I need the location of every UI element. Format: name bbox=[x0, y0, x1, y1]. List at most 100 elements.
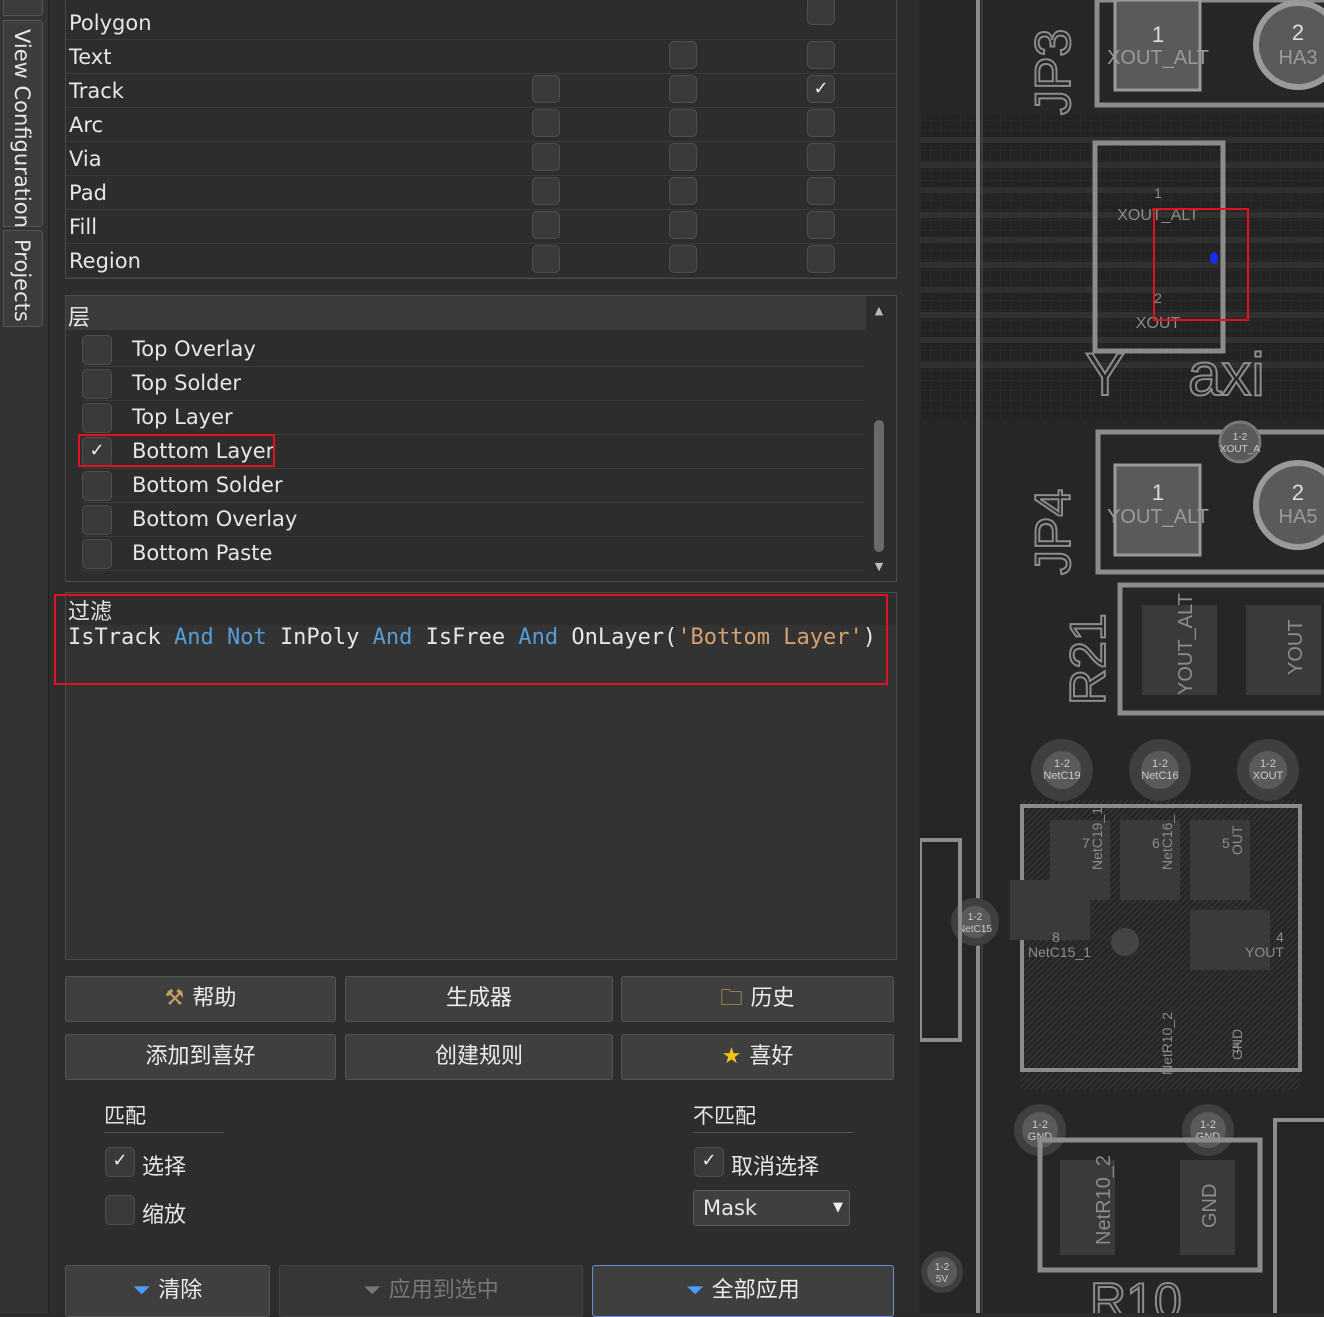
object-checkbox[interactable] bbox=[669, 177, 697, 205]
xout-pad1-number: 1 bbox=[1154, 185, 1162, 201]
layer-row[interactable]: Top Solder bbox=[82, 366, 864, 401]
via2-net: NetC16 bbox=[1141, 770, 1178, 782]
ic-net-netr10: NetR10_2 bbox=[1159, 1012, 1175, 1075]
scroll-down-arrow-icon[interactable]: ▼ bbox=[872, 560, 886, 574]
tab-view-configuration[interactable]: View Configuration bbox=[3, 20, 43, 228]
silkscreen-y: Y bbox=[1085, 341, 1125, 408]
object-checkbox[interactable] bbox=[532, 75, 560, 103]
layer-checkbox[interactable] bbox=[82, 539, 112, 569]
star-icon: ★ bbox=[721, 1044, 742, 1069]
tab-projects[interactable]: Projects bbox=[3, 230, 43, 327]
object-checkbox[interactable] bbox=[807, 0, 835, 25]
layer-checkbox[interactable] bbox=[82, 335, 112, 365]
layer-label: Top Layer bbox=[132, 405, 233, 429]
panel-tab-strip: r View Configuration Projects bbox=[0, 0, 49, 1313]
select-label: 选择 bbox=[142, 1155, 187, 1180]
builder-button-label: 生成器 bbox=[445, 986, 512, 1011]
pcb-canvas[interactable]: 1 XOUT_ALT 2 HA3 JP3 1 XOUT_ALT 2 XOUT Y… bbox=[920, 0, 1324, 1313]
via6-label: 1-2 bbox=[1200, 1119, 1216, 1131]
object-checkbox[interactable] bbox=[532, 143, 560, 171]
object-row-pad: Pad bbox=[66, 175, 896, 210]
highlight-bottom-layer bbox=[78, 434, 275, 467]
layer-checkbox[interactable] bbox=[82, 505, 112, 535]
favorites-button[interactable]: ★ 喜好 bbox=[621, 1034, 894, 1080]
object-label: Track bbox=[69, 79, 124, 103]
selected-track-dot[interactable] bbox=[1210, 252, 1218, 264]
layer-scrollbar-thumb[interactable] bbox=[874, 420, 884, 552]
history-button[interactable]: 🗀 历史 bbox=[621, 976, 894, 1022]
via4-label: 1-2 bbox=[968, 912, 983, 923]
ic-pin6: 6 bbox=[1152, 835, 1160, 851]
checkmark-icon: ✓ bbox=[701, 1150, 717, 1171]
object-checkbox[interactable] bbox=[807, 211, 835, 239]
object-checkbox[interactable] bbox=[807, 41, 835, 69]
layer-row[interactable]: Top Layer bbox=[82, 400, 864, 435]
layer-checkbox[interactable] bbox=[82, 403, 112, 433]
object-label: Pad bbox=[69, 181, 107, 205]
deselect-checkbox[interactable]: ✓ bbox=[694, 1147, 724, 1177]
pcb-board-graphics[interactable]: 1 XOUT_ALT 2 HA3 JP3 1 XOUT_ALT 2 XOUT Y… bbox=[920, 0, 1324, 1313]
mask-mode-value: Mask bbox=[703, 1196, 758, 1220]
layer-row[interactable]: Bottom Paste bbox=[82, 536, 864, 571]
object-checkbox[interactable] bbox=[807, 245, 835, 273]
r10-pad2-net: NetR10_2 bbox=[1093, 1155, 1115, 1245]
layer-row[interactable]: Bottom Overlay bbox=[82, 502, 864, 537]
help-button[interactable]: ⚒ 帮助 bbox=[65, 976, 336, 1022]
via3-net: XOUT bbox=[1253, 770, 1284, 782]
object-checkbox[interactable] bbox=[669, 75, 697, 103]
mask-mode-select[interactable]: Mask ▼ bbox=[693, 1190, 850, 1226]
layer-row[interactable]: Top Overlay bbox=[82, 332, 864, 367]
object-checkbox[interactable] bbox=[669, 143, 697, 171]
match-section-title: 匹配 bbox=[104, 1104, 146, 1128]
apply-all-label: 全部应用 bbox=[711, 1278, 800, 1303]
jp3-pad2-number: 2 bbox=[1292, 20, 1304, 45]
zoom-checkbox[interactable] bbox=[105, 1195, 135, 1225]
select-checkbox[interactable]: ✓ bbox=[105, 1147, 135, 1177]
create-rule-label: 创建规则 bbox=[434, 1044, 523, 1069]
builder-button[interactable]: 生成器 bbox=[345, 976, 613, 1022]
highlight-filter-query bbox=[54, 594, 888, 685]
apply-to-selected-button[interactable]: ⏷ 应用到选中 bbox=[279, 1265, 583, 1317]
hammer-icon: ⚒ bbox=[164, 986, 185, 1011]
xout-pad2-net: XOUT bbox=[1136, 315, 1181, 332]
object-checkbox[interactable] bbox=[669, 109, 697, 137]
help-button-label: 帮助 bbox=[192, 986, 237, 1011]
object-checkbox[interactable] bbox=[807, 109, 835, 137]
filter-icon: ⏷ bbox=[686, 1278, 704, 1303]
object-label: Region bbox=[69, 249, 141, 273]
apply-all-button[interactable]: ⏷ 全部应用 bbox=[592, 1265, 894, 1317]
create-rule-button[interactable]: 创建规则 bbox=[345, 1034, 613, 1080]
layer-row[interactable]: Bottom Solder bbox=[82, 468, 864, 503]
object-checkbox[interactable] bbox=[807, 143, 835, 171]
xout-pad2-number: 2 bbox=[1154, 290, 1162, 306]
object-checkbox[interactable] bbox=[807, 177, 835, 205]
object-row-via: Via bbox=[66, 141, 896, 176]
object-checkbox[interactable] bbox=[532, 245, 560, 273]
object-checkbox[interactable] bbox=[669, 41, 697, 69]
tab-partial[interactable]: r bbox=[3, 0, 43, 16]
chevron-down-icon: ▼ bbox=[833, 1200, 843, 1215]
history-button-label: 历史 bbox=[750, 986, 795, 1011]
via7-label: 1-2 bbox=[935, 1262, 950, 1273]
layer-checkbox[interactable] bbox=[82, 471, 112, 501]
via4-net: NetC15 bbox=[958, 924, 992, 935]
apply-to-selected-label: 应用到选中 bbox=[388, 1278, 499, 1303]
object-checkbox[interactable] bbox=[532, 109, 560, 137]
object-checkbox[interactable] bbox=[669, 211, 697, 239]
layer-label: Bottom Solder bbox=[132, 473, 283, 497]
layer-checkbox[interactable] bbox=[82, 369, 112, 399]
object-checkbox[interactable] bbox=[532, 211, 560, 239]
add-to-favorites-label: 添加到喜好 bbox=[145, 1044, 256, 1069]
add-to-favorites-button[interactable]: 添加到喜好 bbox=[65, 1034, 336, 1080]
object-checkbox[interactable] bbox=[532, 177, 560, 205]
layer-label: Bottom Overlay bbox=[132, 507, 298, 531]
clear-button[interactable]: ⏷ 清除 bbox=[65, 1265, 270, 1317]
ic-net-out: OUT bbox=[1229, 825, 1245, 855]
object-checkbox[interactable] bbox=[669, 245, 697, 273]
object-row-track: Track ✓ bbox=[66, 73, 896, 108]
object-row-arc: Arc bbox=[66, 107, 896, 142]
scroll-up-arrow-icon[interactable]: ▲ bbox=[872, 304, 886, 318]
via3-label: 1-2 bbox=[1260, 758, 1276, 770]
object-label: Polygon bbox=[69, 11, 152, 35]
object-checkbox[interactable]: ✓ bbox=[807, 75, 835, 103]
